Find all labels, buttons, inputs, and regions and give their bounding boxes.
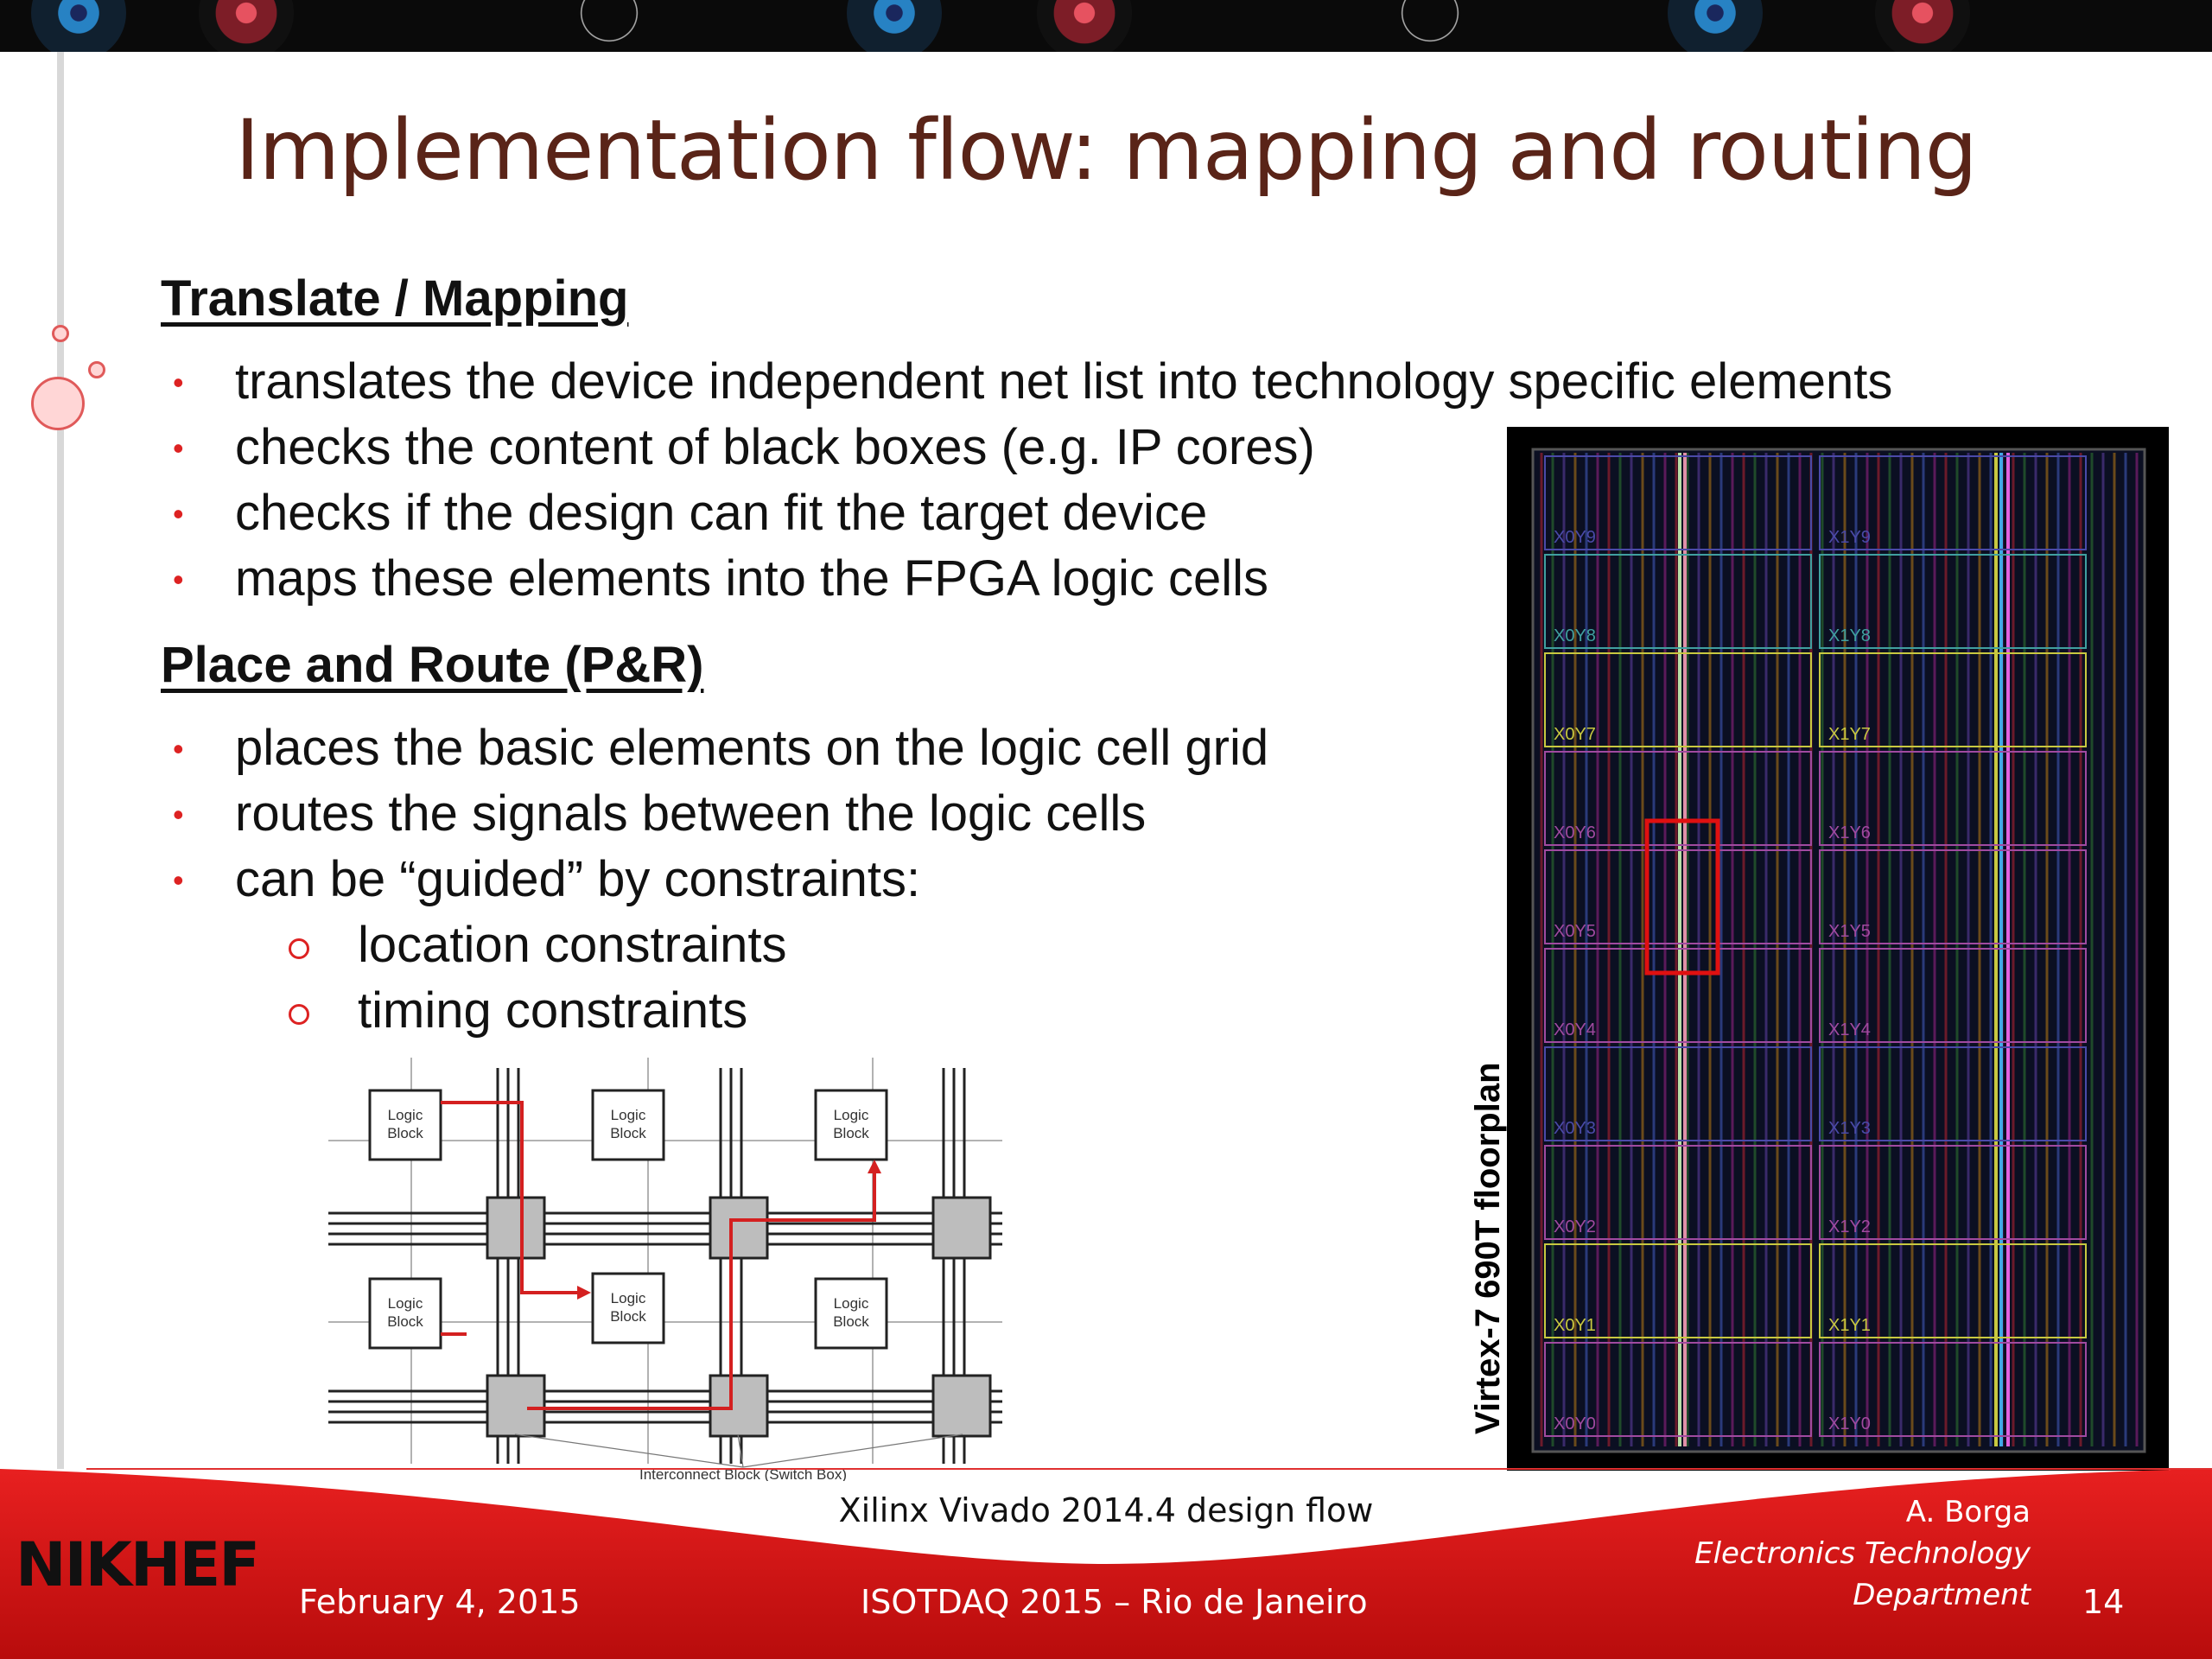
svg-text:Block: Block (387, 1313, 423, 1330)
clock-region-label: X0Y5 (1554, 922, 1596, 941)
footer-date: February 4, 2015 (299, 1583, 581, 1621)
bullet-dot-icon: • (173, 496, 184, 531)
author-name: A. Borga (1905, 1495, 2031, 1529)
clock-region-label: X0Y0 (1554, 1414, 1596, 1433)
particle-burst-image (847, 0, 942, 52)
clock-region-label: X0Y4 (1554, 1020, 1596, 1039)
floorplan-caption: Virtex-7 690T floorplan (1469, 1062, 1507, 1434)
svg-text:Block: Block (833, 1125, 869, 1141)
particle-burst-image (1668, 0, 1763, 52)
clock-region-label: X0Y3 (1554, 1119, 1596, 1138)
svg-text:Block: Block (387, 1125, 423, 1141)
switch-box (709, 1196, 769, 1260)
clock-region-label: X1Y1 (1828, 1316, 1871, 1335)
clock-region-label: X1Y7 (1828, 725, 1871, 744)
clock-region-label: X1Y0 (1828, 1414, 1871, 1433)
translate-mapping-heading: Translate / Mapping (161, 270, 629, 327)
author-block: A. Borga Electronics Technology Departme… (1694, 1491, 2031, 1616)
decoration-circle (31, 377, 85, 430)
left-decoration-line (57, 52, 64, 1469)
svg-text:Logic: Logic (388, 1107, 423, 1123)
clock-region-label: X1Y4 (1828, 1020, 1871, 1039)
slide-title: Implementation flow: mapping and routing (235, 102, 1977, 199)
clock-region-label: X0Y7 (1554, 725, 1596, 744)
nikhef-logo: NIKHEF (16, 1529, 260, 1600)
clock-region-label: X1Y5 (1828, 922, 1871, 941)
svg-text:Logic: Logic (388, 1295, 423, 1312)
clock-region-label: X1Y2 (1828, 1217, 1871, 1236)
switch-box (709, 1374, 769, 1438)
particle-burst-image (31, 0, 126, 52)
clock-region-label: X0Y8 (1554, 626, 1596, 645)
page-number: 14 (2082, 1583, 2125, 1621)
clock-region-label: X0Y6 (1554, 823, 1596, 842)
clock-region-label: X1Y8 (1828, 626, 1871, 645)
fpga-routing-diagram: Logic Block Logic Block Logic Block Logi… (328, 1058, 1002, 1481)
arrow-head-icon (868, 1160, 881, 1173)
bullet-dot-icon: • (173, 862, 184, 898)
clock-region-label: X1Y6 (1828, 823, 1871, 842)
switch-box (486, 1374, 546, 1438)
circle-bullet-icon (289, 1004, 309, 1025)
bullet-dot-icon: • (173, 365, 184, 400)
decoration-circle (88, 361, 105, 378)
svg-text:Block: Block (610, 1308, 646, 1325)
circle-bullet-icon (289, 938, 309, 959)
particle-burst-image (199, 0, 294, 52)
particle-burst-image (1875, 0, 1970, 52)
department-line: Department (1853, 1578, 2031, 1612)
svg-text:Logic: Logic (611, 1290, 646, 1306)
particle-burst-image (1037, 0, 1132, 52)
clock-region-label: X1Y9 (1828, 528, 1871, 547)
place-and-route-heading: Place and Route (P&R) (161, 637, 704, 693)
bullet-dot-icon: • (173, 430, 184, 466)
switch-box (931, 1374, 992, 1438)
arrow-head-icon (577, 1286, 591, 1300)
svg-text:Logic: Logic (611, 1107, 646, 1123)
bullet-dot-icon: • (173, 562, 184, 597)
switch-box (931, 1196, 992, 1260)
clock-region-label: X1Y3 (1828, 1119, 1871, 1138)
bullet-dot-icon: • (173, 797, 184, 832)
department-line: Electronics Technology (1694, 1536, 2031, 1571)
footer-event: ISOTDAQ 2015 – Rio de Janeiro (861, 1583, 1368, 1621)
svg-text:Block: Block (610, 1125, 646, 1141)
switch-box (486, 1196, 546, 1260)
svg-text:Logic: Logic (834, 1107, 869, 1123)
bullet-dot-icon: • (173, 731, 184, 766)
clock-region-label: X0Y1 (1554, 1316, 1596, 1335)
decoration-circle (52, 325, 69, 342)
particle-burst-image (1382, 0, 1478, 52)
clock-region-label: X0Y2 (1554, 1217, 1596, 1236)
particle-burst-image (562, 0, 657, 52)
top-banner (0, 0, 2212, 52)
vivado-floorplan-image: X0Y9 X1Y9 X0Y8 X1Y8 X0Y7 X1Y7 X0Y6 X1Y6 X0Y5 X1Y5… (1507, 427, 2169, 1471)
clock-region-label: X0Y9 (1554, 528, 1596, 547)
svg-text:Block: Block (833, 1313, 869, 1330)
svg-text:Logic: Logic (834, 1295, 869, 1312)
